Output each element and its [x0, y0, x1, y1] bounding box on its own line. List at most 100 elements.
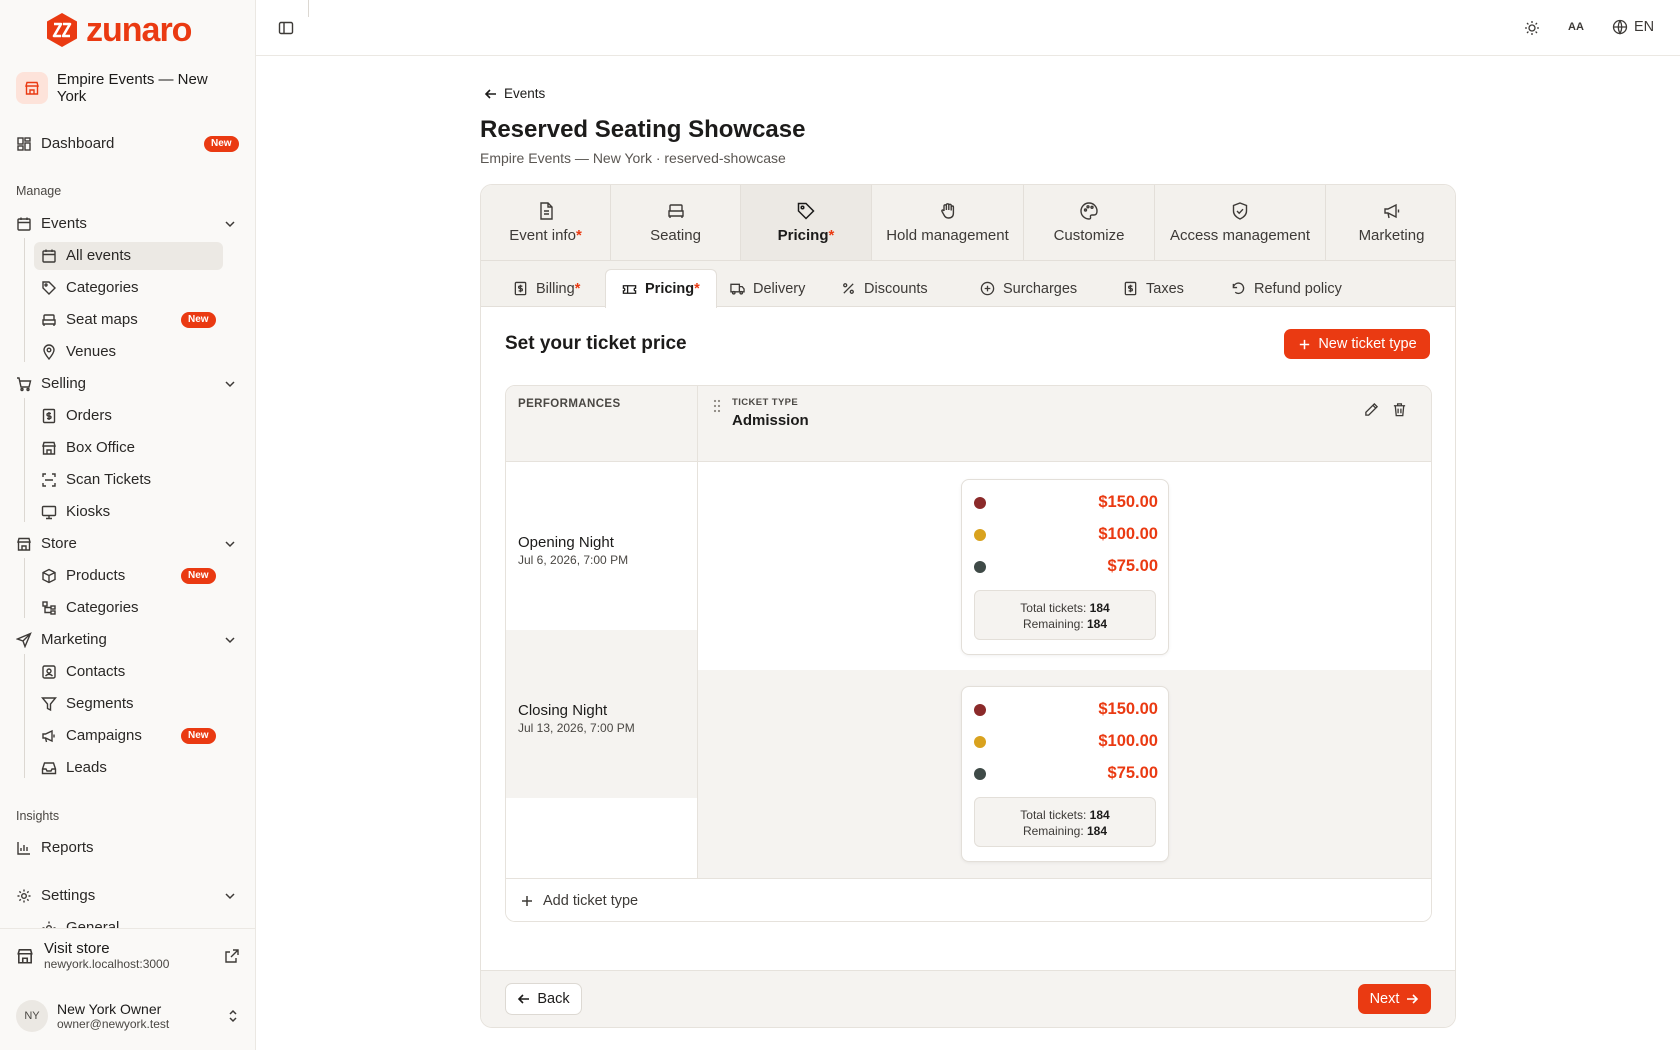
tree-line	[24, 238, 25, 362]
nav-events[interactable]: Events	[16, 215, 87, 232]
price-card[interactable]: $150.00 $100.00 $75.00 Total tickets: 18…	[961, 686, 1169, 862]
nav-products-label: Products	[66, 567, 126, 584]
text-size-button[interactable]: AA	[1568, 21, 1584, 33]
nav-scan-tickets[interactable]: Scan Tickets	[41, 471, 151, 488]
tab-hold-management-label: Hold management	[886, 227, 1009, 244]
nav-segments[interactable]: Segments	[41, 695, 134, 712]
nav-settings-general-label: General	[66, 919, 120, 928]
back-to-events-link[interactable]: Events	[484, 86, 545, 101]
new-ticket-type-button[interactable]: New ticket type	[1284, 329, 1430, 359]
price-cell: $150.00 $100.00 $75.00 Total tickets: 18…	[698, 462, 1431, 670]
section-title: Set your ticket price	[505, 333, 687, 354]
nav-box-office[interactable]: Box Office	[41, 439, 135, 456]
nav-campaigns[interactable]: Campaigns	[41, 727, 142, 744]
language-label: EN	[1634, 19, 1655, 35]
nav-seat-maps[interactable]: Seat maps	[41, 311, 138, 328]
nav-store-categories[interactable]: Categories	[41, 599, 139, 616]
back-to-events-label: Events	[504, 86, 546, 101]
plus-icon	[522, 896, 532, 906]
tab-pricing[interactable]: Pricing*	[741, 185, 872, 260]
filter-icon	[41, 696, 57, 711]
page-subtitle: Empire Events — New York · reserved-show…	[480, 150, 786, 166]
tab-seating[interactable]: Seating	[611, 185, 741, 260]
subtab-discounts[interactable]: Discounts	[825, 269, 944, 308]
price-card[interactable]: $150.00 $100.00 $75.00 Total tickets: 18…	[961, 479, 1169, 655]
nav-store[interactable]: Store	[16, 535, 77, 552]
nav-leads[interactable]: Leads	[41, 759, 107, 776]
chevron-down-icon[interactable]	[223, 217, 237, 231]
tab-event-info[interactable]: Event info*	[481, 185, 611, 260]
new-badge: New	[181, 728, 216, 744]
hand-icon	[940, 203, 954, 219]
nav-settings-general[interactable]: General	[41, 919, 119, 928]
subtab-surcharges[interactable]: Surcharges	[964, 269, 1093, 308]
sun-icon[interactable]	[1524, 20, 1540, 36]
tag-icon	[797, 202, 815, 220]
nav-dashboard[interactable]: Dashboard	[16, 135, 114, 152]
receipt-icon	[1124, 281, 1137, 296]
drag-handle-icon[interactable]	[712, 399, 722, 413]
monitor-icon	[41, 505, 57, 519]
add-ticket-type-button[interactable]: Add ticket type	[506, 878, 1431, 921]
brand-name: zunaro	[86, 11, 192, 49]
chevron-down-icon[interactable]	[223, 633, 237, 647]
nav-kiosks-label: Kiosks	[66, 503, 111, 520]
chevron-down-icon[interactable]	[223, 889, 237, 903]
chevron-down-icon[interactable]	[223, 537, 237, 551]
tab-hold-management[interactable]: Hold management	[872, 185, 1024, 260]
nav-store-categories-label: Categories	[66, 599, 139, 616]
total-tickets-value: 184	[1089, 808, 1110, 822]
tab-customize[interactable]: Customize	[1024, 185, 1155, 260]
nav-marketing[interactable]: Marketing	[16, 631, 107, 648]
visit-store-link[interactable]: Visit store newyork.localhost:3000	[16, 940, 240, 971]
percent-icon	[843, 283, 854, 294]
section-label-manage: Manage	[16, 184, 62, 198]
store-icon	[17, 537, 31, 551]
nav-events-label: Events	[41, 215, 87, 232]
external-link-icon	[225, 948, 239, 963]
pencil-icon[interactable]	[1364, 402, 1379, 417]
remaining-value: 184	[1087, 617, 1108, 631]
nav-venues[interactable]: Venues	[41, 343, 116, 360]
nav-settings[interactable]: Settings	[16, 887, 95, 904]
arrow-left-icon	[518, 994, 530, 1004]
subtab-delivery[interactable]: Delivery	[714, 269, 821, 308]
brand-logo[interactable]: zunaro	[44, 11, 192, 49]
org-switcher[interactable]: Empire Events — New York	[16, 71, 240, 105]
subtab-refund-policy[interactable]: Refund policy	[1215, 269, 1358, 308]
language-switcher[interactable]: EN	[1612, 19, 1654, 35]
nav-contacts[interactable]: Contacts	[41, 663, 125, 680]
nav-kiosks[interactable]: Kiosks	[41, 503, 110, 520]
tab-customize-label: Customize	[1053, 227, 1125, 244]
tab-access-management-label: Access management	[1169, 227, 1311, 244]
performances-header: PERFORMANCES	[506, 386, 698, 462]
tab-access-management[interactable]: Access management	[1155, 185, 1326, 260]
back-button[interactable]: Back	[505, 983, 582, 1015]
tab-pricing-label: Pricing	[777, 227, 829, 244]
required-marker: *	[828, 227, 835, 244]
nav-products[interactable]: Products	[41, 567, 125, 584]
card-footer: Back Next	[481, 970, 1455, 1027]
nav-orders[interactable]: Orders	[41, 407, 112, 424]
tab-marketing[interactable]: Marketing	[1326, 185, 1455, 260]
subtab-pricing-label: Pricing	[645, 281, 695, 297]
subtab-billing[interactable]: Billing*	[497, 269, 596, 308]
trash-icon[interactable]	[1392, 402, 1407, 417]
chevron-down-icon[interactable]	[223, 377, 237, 391]
tab-marketing-label: Marketing	[1358, 227, 1425, 244]
nav-leads-label: Leads	[66, 759, 107, 776]
nav-event-categories[interactable]: Categories	[41, 279, 139, 296]
subtab-taxes[interactable]: Taxes	[1107, 269, 1200, 308]
nav-all-events[interactable]: All events	[41, 247, 131, 264]
nav-reports[interactable]: Reports	[16, 839, 94, 856]
next-button[interactable]: Next	[1358, 984, 1431, 1014]
map-pin-icon	[43, 343, 55, 360]
nav-selling[interactable]: Selling	[16, 375, 86, 392]
receipt-icon	[42, 408, 56, 423]
subtab-pricing[interactable]: Pricing*	[605, 269, 717, 308]
gear-icon	[42, 921, 56, 928]
tag-icon	[42, 280, 56, 295]
user-menu[interactable]: NY New York Owner owner@newyork.test	[16, 1000, 240, 1032]
sidebar-toggle-icon[interactable]	[278, 20, 294, 36]
tier-color-dot	[974, 529, 986, 541]
